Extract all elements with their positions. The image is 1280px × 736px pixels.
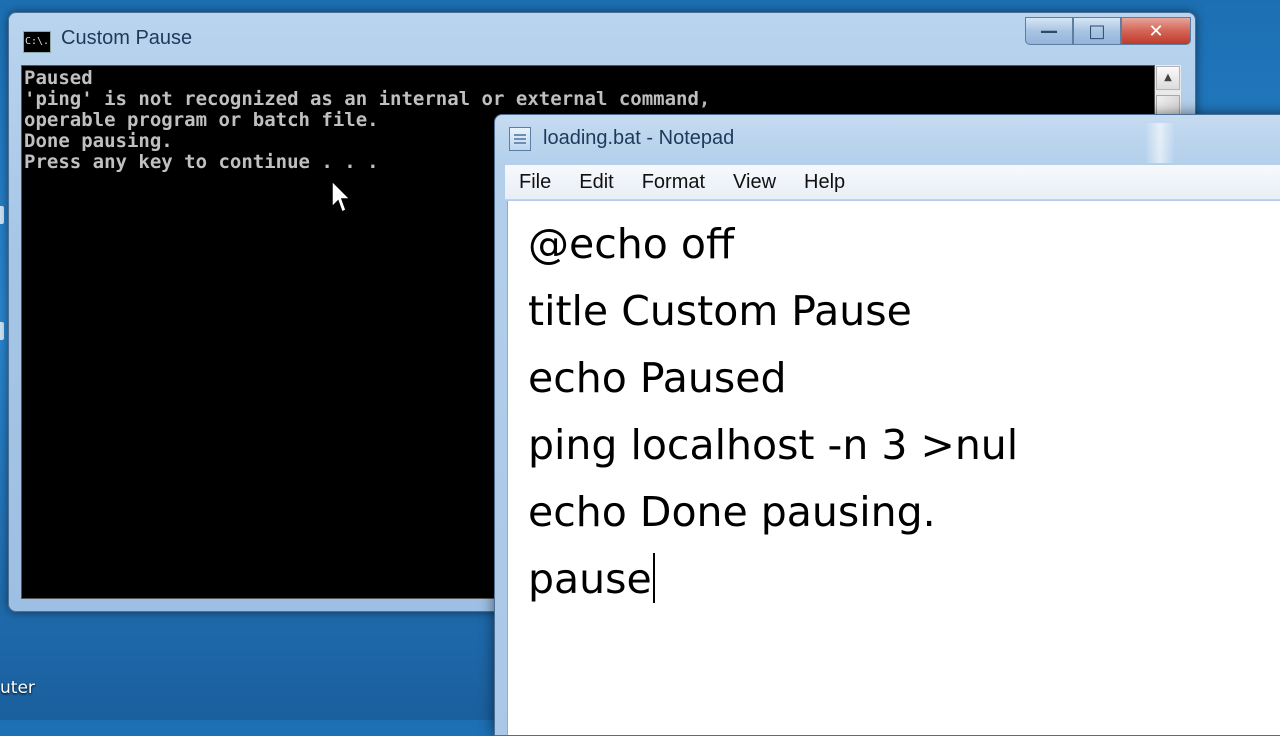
menu-help[interactable]: Help bbox=[790, 171, 859, 194]
notepad-menubar: File Edit Format View Help bbox=[505, 165, 1280, 200]
notepad-editor[interactable]: @echo off title Custom Pause echo Paused… bbox=[507, 201, 1280, 735]
cmd-window-controls: — □ ✕ bbox=[1025, 17, 1191, 45]
console-line: Done pausing. bbox=[24, 130, 173, 152]
cmd-window-title: Custom Pause bbox=[61, 27, 193, 49]
desktop-icon-fragment bbox=[0, 206, 4, 224]
desktop-icon-label[interactable]: uter bbox=[0, 678, 35, 698]
menu-view[interactable]: View bbox=[719, 171, 790, 194]
editor-text: @echo off title Custom Pause echo Paused… bbox=[528, 211, 1018, 613]
menu-format[interactable]: Format bbox=[628, 171, 719, 194]
cmd-titlebar[interactable]: C:\. Custom Pause — □ ✕ bbox=[9, 13, 1195, 65]
mouse-cursor-icon bbox=[331, 180, 352, 214]
maximize-icon: □ bbox=[1088, 20, 1106, 42]
console-line: 'ping' is not recognized as an internal … bbox=[24, 88, 711, 110]
editor-line: ping localhost -n 3 >nul bbox=[528, 421, 1019, 469]
editor-line: @echo off bbox=[528, 220, 735, 268]
notepad-window[interactable]: loading.bat - Notepad File Edit Format V… bbox=[494, 114, 1280, 736]
menu-edit[interactable]: Edit bbox=[565, 171, 627, 194]
chevron-up-icon: ▲ bbox=[1164, 72, 1172, 83]
maximize-button[interactable]: □ bbox=[1073, 17, 1121, 45]
text-caret bbox=[652, 553, 655, 603]
titlebar-glare bbox=[1145, 123, 1175, 163]
notepad-icon[interactable] bbox=[509, 127, 531, 151]
minimize-button[interactable]: — bbox=[1025, 17, 1073, 45]
cmd-icon[interactable]: C:\. bbox=[23, 31, 51, 53]
menu-file[interactable]: File bbox=[505, 171, 565, 194]
scroll-up-button[interactable]: ▲ bbox=[1156, 66, 1180, 90]
editor-line: echo Done pausing. bbox=[528, 488, 936, 536]
desktop-icon-fragment bbox=[0, 322, 4, 340]
editor-line: pause bbox=[528, 555, 652, 603]
scroll-thumb[interactable] bbox=[1156, 95, 1180, 115]
console-line: Paused bbox=[24, 67, 93, 89]
close-icon: ✕ bbox=[1148, 20, 1164, 42]
close-button[interactable]: ✕ bbox=[1121, 17, 1191, 45]
editor-line: title Custom Pause bbox=[528, 287, 912, 335]
minimize-icon: — bbox=[1040, 20, 1058, 42]
notepad-window-title: loading.bat - Notepad bbox=[543, 127, 735, 149]
console-line: Press any key to continue . . . bbox=[24, 151, 379, 173]
editor-line: echo Paused bbox=[528, 354, 787, 402]
console-line: operable program or batch file. bbox=[24, 109, 379, 131]
